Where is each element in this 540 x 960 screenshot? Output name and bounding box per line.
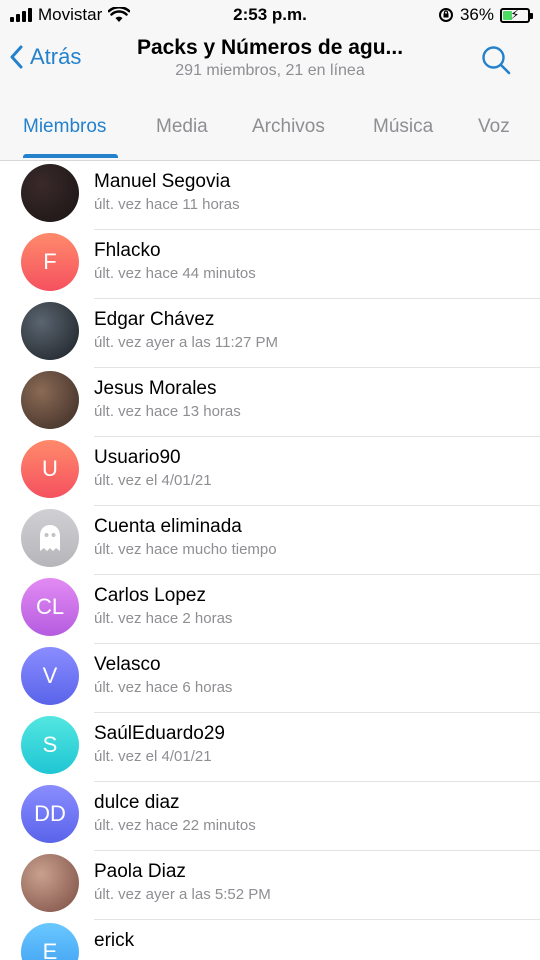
page-title: Packs y Números de agu...	[136, 36, 404, 59]
member-row[interactable]: Edgar Chávez últ. vez ayer a las 11:27 P…	[0, 299, 540, 368]
member-row[interactable]: S SaúlEduardo29 últ. vez el 4/01/21	[0, 713, 540, 782]
member-row[interactable]: E erick	[0, 920, 540, 960]
ghost-icon	[40, 525, 60, 551]
avatar	[21, 164, 79, 222]
avatar-initials: DD	[34, 801, 66, 826]
rotation-lock-icon	[438, 8, 453, 22]
nav-bar: Atrás Packs y Números de agu... 291 miem…	[0, 30, 540, 94]
chat-header[interactable]: Packs y Números de agu... 291 miembros, …	[110, 36, 430, 80]
avatar: CL	[21, 578, 79, 636]
member-row[interactable]: Paola Diaz últ. vez ayer a las 5:52 PM	[0, 851, 540, 920]
member-name: Paola Diaz	[94, 861, 186, 882]
member-row[interactable]: F Fhlacko últ. vez hace 44 minutos	[0, 230, 540, 299]
member-row[interactable]: CL Carlos Lopez últ. vez hace 2 horas	[0, 575, 540, 644]
avatar: F	[21, 233, 79, 291]
member-status: últ. vez hace 6 horas	[94, 679, 233, 696]
member-name: Fhlacko	[94, 240, 161, 261]
member-name: erick	[94, 930, 135, 951]
member-status: últ. vez ayer a las 11:27 PM	[94, 334, 278, 351]
avatar-initials: U	[42, 456, 58, 481]
member-name: Velasco	[94, 654, 161, 675]
avatar	[21, 854, 79, 912]
member-row[interactable]: V Velasco últ. vez hace 6 horas	[0, 644, 540, 713]
member-name: Manuel Segovia	[94, 171, 231, 192]
avatar	[21, 371, 79, 429]
avatar	[21, 509, 79, 567]
avatar: E	[21, 923, 79, 960]
member-row[interactable]: Cuenta eliminada últ. vez hace mucho tie…	[0, 506, 540, 575]
member-row[interactable]: Manuel Segovia últ. vez hace 11 horas	[0, 161, 540, 230]
tab-miembros[interactable]: Miembros	[23, 116, 106, 138]
member-status: últ. vez el 4/01/21	[94, 472, 212, 489]
member-name: Cuenta eliminada	[94, 516, 242, 537]
member-status: últ. vez hace 44 minutos	[94, 265, 256, 282]
avatar-initials: CL	[35, 594, 65, 619]
battery-icon: ⚡	[500, 7, 533, 23]
avatar: V	[21, 647, 79, 705]
active-tab-indicator	[23, 154, 118, 158]
avatar: U	[21, 440, 79, 498]
back-button[interactable]: Atrás	[10, 44, 81, 70]
chevron-left-icon	[10, 45, 23, 69]
avatar	[21, 302, 79, 360]
tab-archivos[interactable]: Archivos	[252, 116, 325, 138]
avatar: DD	[21, 785, 79, 843]
member-status: últ. vez hace 22 minutos	[94, 817, 256, 834]
member-name: Carlos Lopez	[94, 585, 206, 606]
battery-percent: 36%	[459, 5, 494, 24]
tab-voz[interactable]: Voz	[478, 116, 510, 138]
status-bar-right: 36% ⚡	[438, 5, 533, 25]
member-row[interactable]: DD dulce diaz últ. vez hace 22 minutos	[0, 782, 540, 851]
avatar-initials: F	[43, 249, 57, 274]
member-status: últ. vez hace mucho tiempo	[94, 541, 277, 558]
member-row[interactable]: U Usuario90 últ. vez el 4/01/21	[0, 437, 540, 506]
avatar-initials: V	[42, 663, 58, 688]
member-row[interactable]: Jesus Morales últ. vez hace 13 horas	[0, 368, 540, 437]
member-name: Edgar Chávez	[94, 309, 215, 330]
member-name: SaúlEduardo29	[94, 723, 225, 744]
avatar: S	[21, 716, 79, 774]
member-name: Usuario90	[94, 447, 181, 468]
member-status: últ. vez el 4/01/21	[94, 748, 212, 765]
tab-media[interactable]: Media	[156, 116, 208, 138]
search-icon[interactable]	[480, 44, 512, 76]
member-name: Jesus Morales	[94, 378, 217, 399]
member-count: 291 miembros, 21 en línea	[175, 62, 365, 79]
avatar-initials: E	[42, 939, 58, 960]
avatar-initials: S	[42, 732, 58, 757]
member-name: dulce diaz	[94, 792, 180, 813]
member-status: últ. vez hace 2 horas	[94, 610, 233, 627]
media-tabs: Miembros Media Archivos Música Voz	[0, 94, 540, 161]
member-status: últ. vez hace 13 horas	[94, 403, 241, 420]
back-label: Atrás	[30, 44, 82, 69]
member-status: últ. vez ayer a las 5:52 PM	[94, 886, 271, 903]
member-list: Manuel Segovia últ. vez hace 11 horas F …	[0, 161, 540, 960]
tab-musica[interactable]: Música	[373, 116, 433, 138]
member-status: últ. vez hace 11 horas	[94, 196, 240, 213]
status-bar: Movistar 2:53 p.m. 36% ⚡	[0, 0, 540, 30]
